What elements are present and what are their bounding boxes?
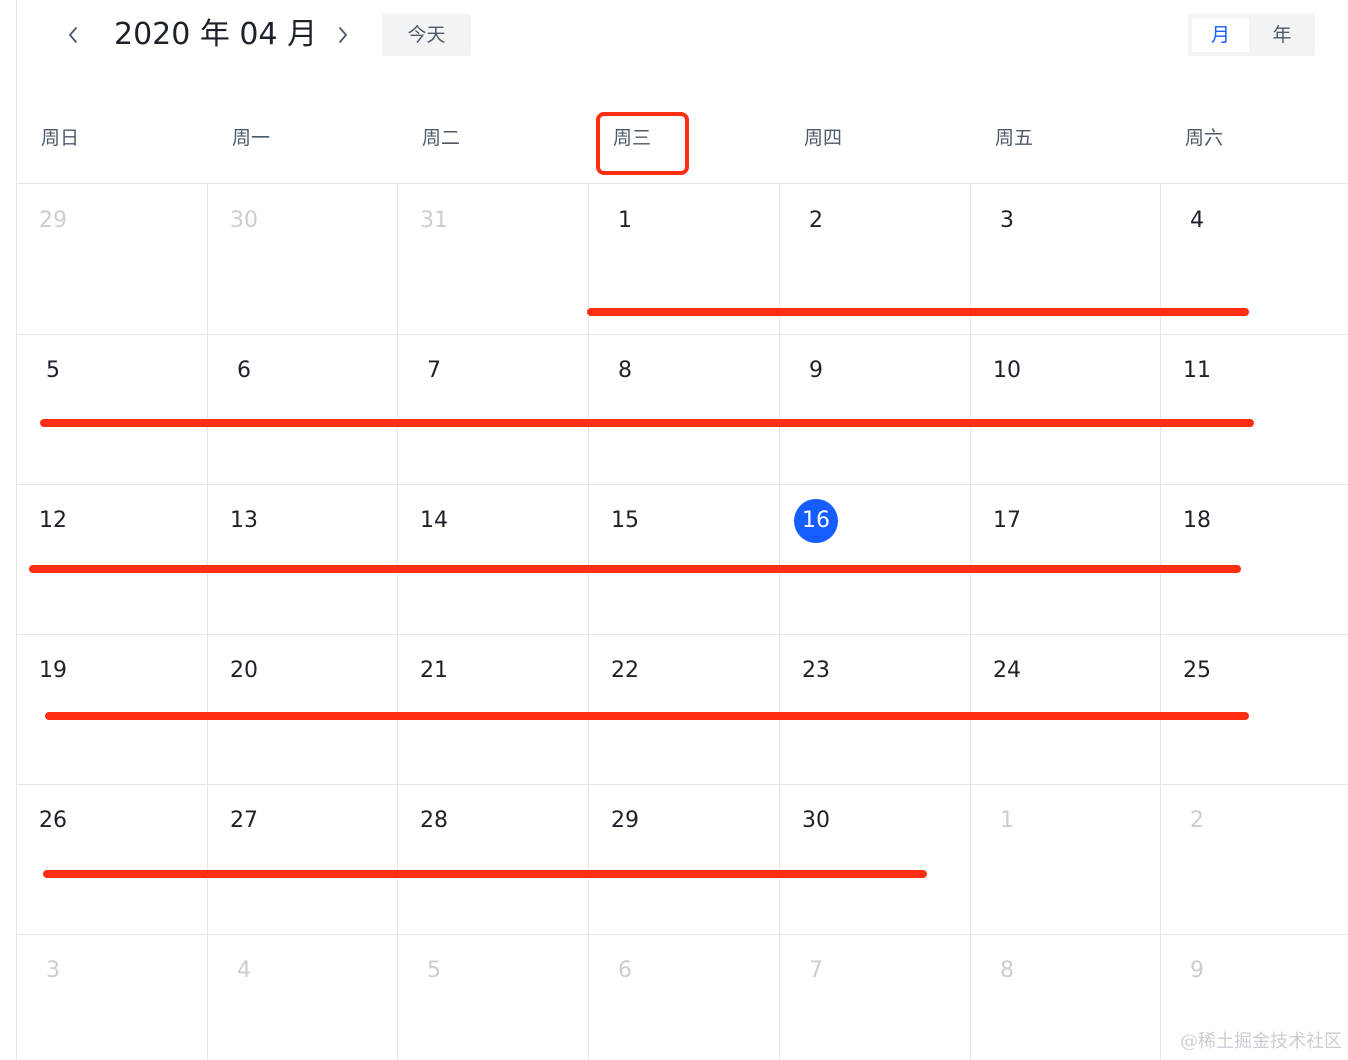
chevron-right-icon: [339, 27, 347, 43]
month-title: 2020 年 04 月: [114, 17, 318, 52]
date-cell[interactable]: 4: [1175, 199, 1219, 243]
chevron-left-icon: [69, 27, 77, 43]
date-cell[interactable]: 2: [1175, 799, 1219, 843]
date-cell[interactable]: 6: [603, 949, 647, 993]
date-cell[interactable]: 17: [985, 499, 1029, 543]
annotation-underline: [587, 308, 1249, 316]
date-cell[interactable]: 9: [1175, 949, 1219, 993]
weekday-label: 周二: [422, 127, 461, 149]
today-button[interactable]: 今天: [382, 14, 471, 56]
date-cell[interactable]: 10: [985, 349, 1029, 393]
date-cell[interactable]: 1: [985, 799, 1029, 843]
date-cell[interactable]: 30: [222, 199, 266, 243]
row-divider: [16, 484, 1348, 485]
watermark: @稀土掘金技术社区: [1180, 1031, 1342, 1052]
calendar-page: 2020 年 04 月 今天 月 年 周日 周一 周二 周三 周四 周五 周六 29 30 31…: [0, 0, 1348, 1060]
date-cell[interactable]: 23: [794, 649, 838, 693]
annotation-underline: [45, 712, 1249, 720]
row-divider: [16, 784, 1348, 785]
date-cell[interactable]: 22: [603, 649, 647, 693]
date-cell[interactable]: 1: [603, 199, 647, 243]
view-mode-switch: 月 年: [1188, 14, 1315, 56]
date-cell[interactable]: 19: [31, 649, 75, 693]
next-month-button[interactable]: [328, 18, 358, 52]
row-divider: [16, 634, 1348, 635]
row-divider: [16, 334, 1348, 335]
weekday-divider: [16, 183, 1348, 184]
date-cell[interactable]: 21: [412, 649, 456, 693]
weekday-label: 周一: [232, 127, 271, 149]
date-cell[interactable]: 29: [603, 799, 647, 843]
month-view-button[interactable]: 月: [1192, 18, 1249, 52]
date-cell[interactable]: 8: [985, 949, 1029, 993]
date-cell[interactable]: 12: [31, 499, 75, 543]
date-cell[interactable]: 3: [31, 949, 75, 993]
date-cell[interactable]: 31: [412, 199, 456, 243]
date-cell[interactable]: 18: [1175, 499, 1219, 543]
column-divider: [207, 184, 208, 1060]
date-cell[interactable]: 14: [412, 499, 456, 543]
date-cell[interactable]: 5: [412, 949, 456, 993]
date-cell-today[interactable]: 16: [794, 499, 838, 543]
row-divider: [16, 934, 1348, 935]
left-border: [16, 0, 17, 1060]
date-cell[interactable]: 13: [222, 499, 266, 543]
weekday-label: 周五: [995, 127, 1034, 149]
date-cell[interactable]: 28: [412, 799, 456, 843]
date-cell[interactable]: 7: [794, 949, 838, 993]
date-cell[interactable]: 26: [31, 799, 75, 843]
date-cell[interactable]: 15: [603, 499, 647, 543]
year-view-button[interactable]: 年: [1253, 18, 1311, 52]
column-divider: [397, 184, 398, 1060]
date-cell[interactable]: 5: [31, 349, 75, 393]
date-cell[interactable]: 30: [794, 799, 838, 843]
annotation-underline: [29, 565, 1241, 573]
date-cell[interactable]: 29: [31, 199, 75, 243]
date-cell[interactable]: 27: [222, 799, 266, 843]
prev-month-button[interactable]: [58, 18, 88, 52]
annotation-underline: [43, 870, 927, 878]
annotation-underline: [40, 419, 1254, 427]
date-cell[interactable]: 25: [1175, 649, 1219, 693]
weekday-label: 周六: [1185, 127, 1224, 149]
date-cell[interactable]: 24: [985, 649, 1029, 693]
date-cell[interactable]: 4: [222, 949, 266, 993]
weekday-label: 周四: [804, 127, 843, 149]
weekday-label: 周日: [41, 127, 80, 149]
date-cell[interactable]: 8: [603, 349, 647, 393]
date-cell[interactable]: 11: [1175, 349, 1219, 393]
annotation-box-wednesday: [596, 112, 689, 175]
date-cell[interactable]: 20: [222, 649, 266, 693]
date-cell[interactable]: 7: [412, 349, 456, 393]
date-cell[interactable]: 2: [794, 199, 838, 243]
calendar-header: 2020 年 04 月 今天 月 年: [0, 0, 1348, 70]
date-cell[interactable]: 6: [222, 349, 266, 393]
date-cell[interactable]: 3: [985, 199, 1029, 243]
date-cell[interactable]: 9: [794, 349, 838, 393]
